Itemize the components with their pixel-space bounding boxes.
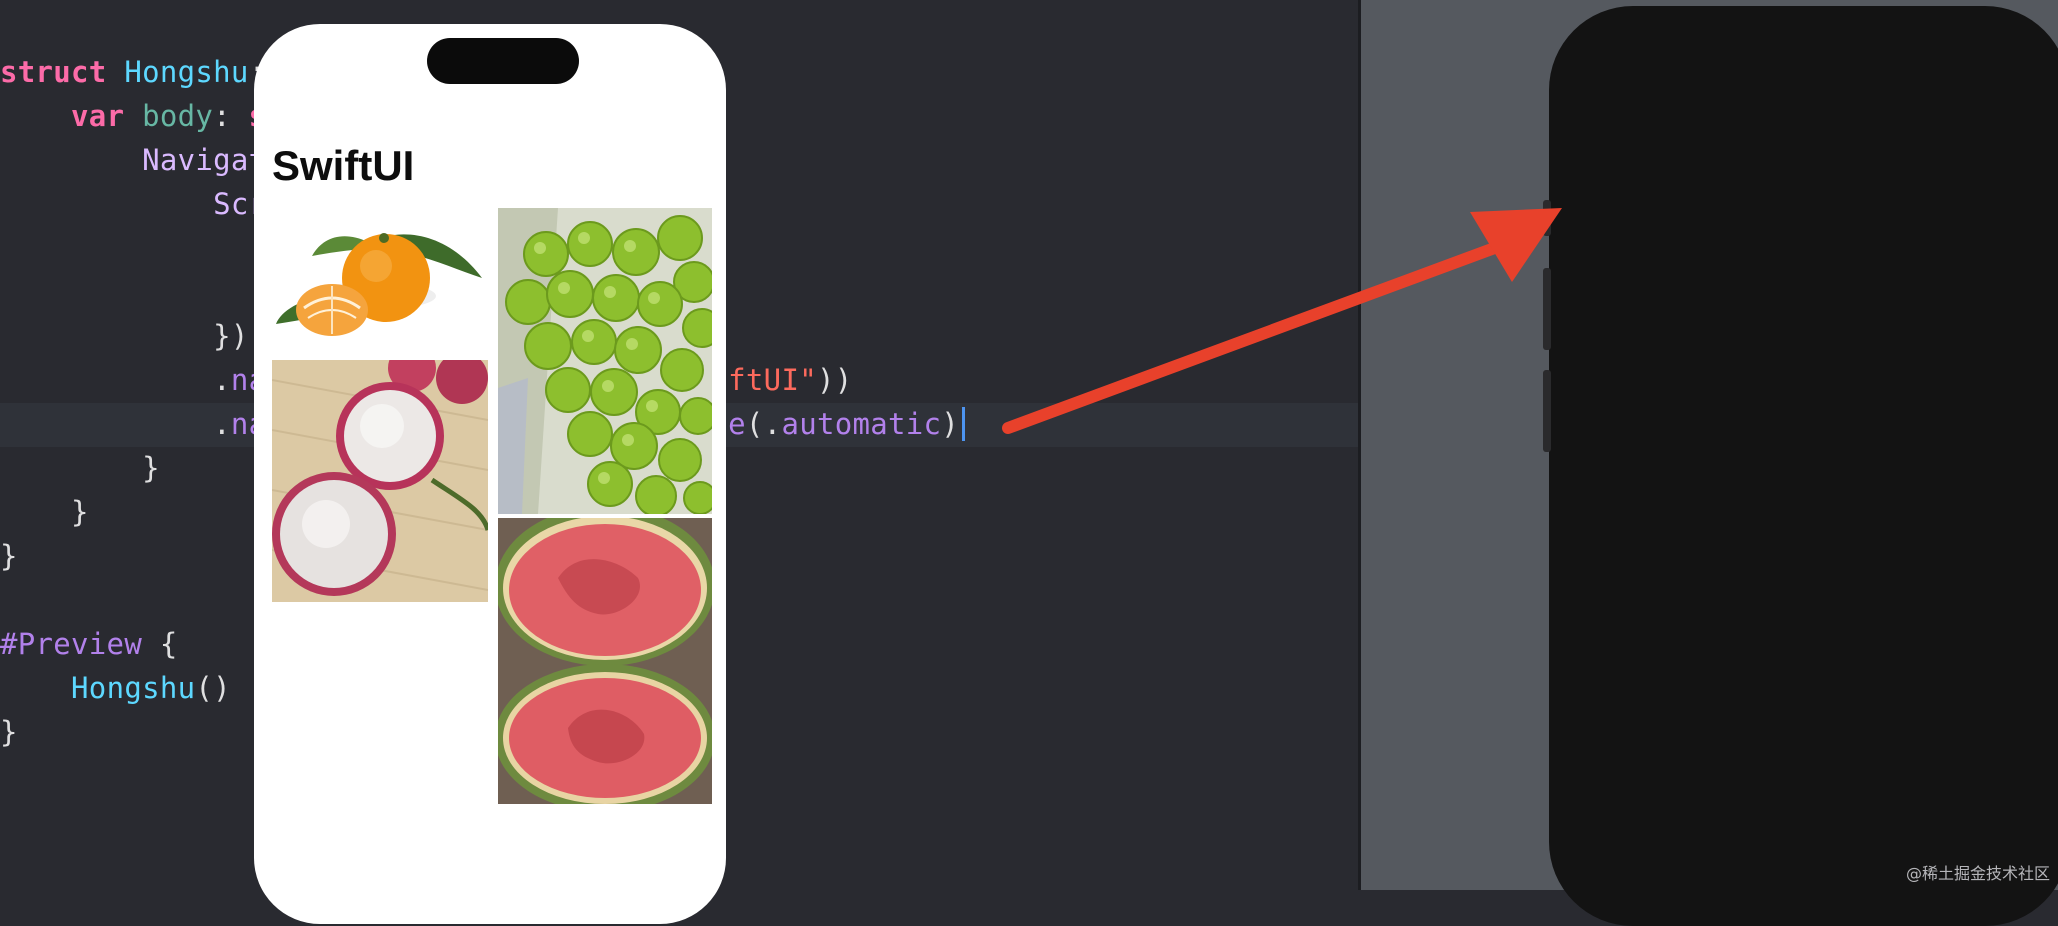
device-frame: [1543, 6, 2058, 926]
code-token: automatic: [781, 407, 942, 441]
code-token: }: [0, 451, 160, 485]
dynamic-island: [427, 38, 579, 84]
watermark: @稀土掘金技术社区: [1905, 864, 2050, 883]
code-token: .: [0, 363, 231, 397]
code-token: {: [142, 627, 178, 661]
preview-canvas: [1358, 0, 2058, 926]
code-token: (): [195, 671, 231, 705]
code-token: }: [0, 715, 18, 749]
device-screen: SwiftUI: [254, 24, 726, 924]
code-token: body: [142, 99, 214, 133]
code-token: }: [0, 539, 18, 573]
text-cursor: [962, 407, 966, 441]
code-token: .: [0, 407, 231, 441]
code-line[interactable]: Hongshu(): [0, 666, 231, 710]
code-token: Hongshu: [124, 55, 249, 89]
code-token: struct: [0, 55, 107, 89]
code-token: ): [941, 407, 960, 441]
mute-switch: [1543, 200, 1551, 236]
code-line[interactable]: }: [0, 446, 160, 490]
code-line[interactable]: }: [0, 490, 89, 534]
code-token: #Preview: [0, 627, 143, 661]
code-token: :: [213, 99, 249, 133]
image-watermelon: [498, 518, 712, 804]
code-line[interactable]: }: [0, 534, 18, 578]
code-token: (.: [745, 407, 782, 441]
code-line[interactable]: }): [0, 314, 249, 358]
code-token: }: [0, 495, 89, 529]
code-token: }): [0, 319, 249, 353]
image-green-grapes: [498, 208, 712, 514]
image-mandarin-orange: [272, 208, 488, 358]
navigation-title: SwiftUI: [272, 142, 415, 189]
volume-down-button: [1543, 370, 1551, 452]
code-line[interactable]: }: [0, 710, 18, 754]
code-token: Hongshu: [71, 671, 196, 705]
code-token: )): [816, 363, 853, 397]
code-line[interactable]: #Preview {: [0, 622, 178, 666]
volume-up-button: [1543, 268, 1551, 350]
code-token: var: [71, 99, 125, 133]
image-lychee: [272, 360, 488, 602]
